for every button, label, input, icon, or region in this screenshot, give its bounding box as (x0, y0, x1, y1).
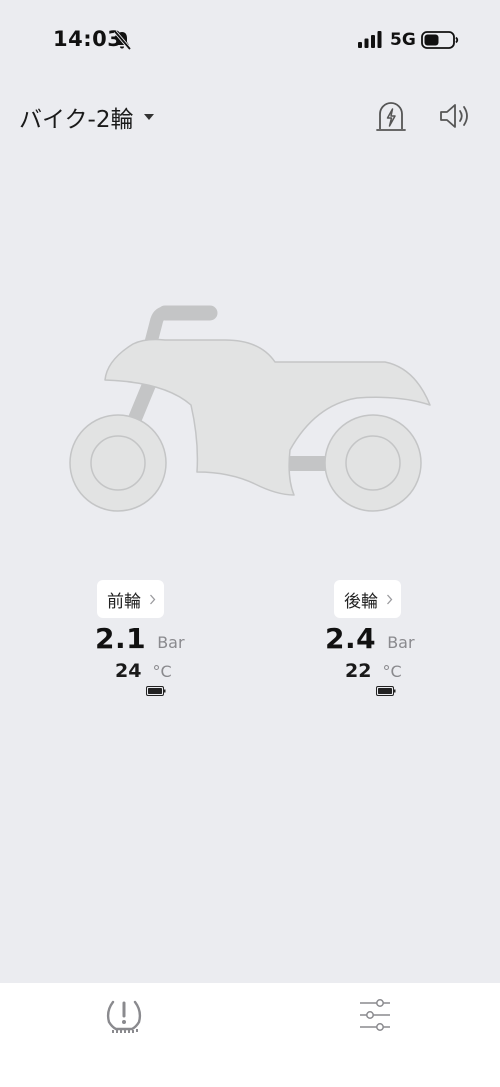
chevron-right-icon (150, 594, 156, 604)
status-bar: 14:03 5G (0, 0, 500, 80)
rear-tire-chip[interactable]: 後輪 (334, 580, 401, 618)
front-tire-chip[interactable]: 前輪 (97, 580, 164, 618)
motorcycle-image (69, 305, 431, 512)
speaker-icon[interactable] (438, 101, 472, 131)
front-temperature: 24 °C (115, 660, 172, 682)
rear-pressure-unit: Bar (387, 633, 415, 652)
tire-pressure-warning-icon[interactable] (104, 997, 144, 1035)
vehicle-name: バイク-2輪 (19, 107, 134, 133)
bell-slash-icon (113, 30, 131, 50)
cellular-signal-icon (358, 31, 382, 48)
status-time: 14:03 (53, 27, 123, 51)
sensor-battery-icon (376, 686, 396, 696)
front-temperature-unit: °C (152, 662, 172, 681)
vehicle-selector[interactable]: バイク-2輪 (19, 99, 155, 135)
front-pressure-unit: Bar (157, 633, 185, 652)
front-pressure-value: 2.1 (95, 622, 147, 655)
tab-bar (0, 983, 500, 1087)
front-tire-label: 前輪 (107, 591, 141, 612)
front-temperature-value: 24 (115, 660, 142, 682)
alarm-light-icon[interactable] (375, 99, 407, 133)
sliders-icon[interactable] (359, 997, 391, 1033)
network-label: 5G (390, 30, 416, 50)
front-pressure: 2.1 Bar (95, 622, 185, 655)
chevron-right-icon (387, 594, 393, 604)
rear-pressure-value: 2.4 (325, 622, 377, 655)
sensor-battery-icon (146, 686, 166, 696)
rear-pressure: 2.4 Bar (325, 622, 415, 655)
caret-down-icon (144, 114, 155, 120)
rear-temperature: 22 °C (345, 660, 402, 682)
rear-temperature-value: 22 (345, 660, 372, 682)
rear-tire-label: 後輪 (344, 591, 378, 612)
rear-temperature-unit: °C (382, 662, 402, 681)
battery-icon (421, 31, 459, 49)
header: バイク-2輪 (0, 95, 500, 139)
